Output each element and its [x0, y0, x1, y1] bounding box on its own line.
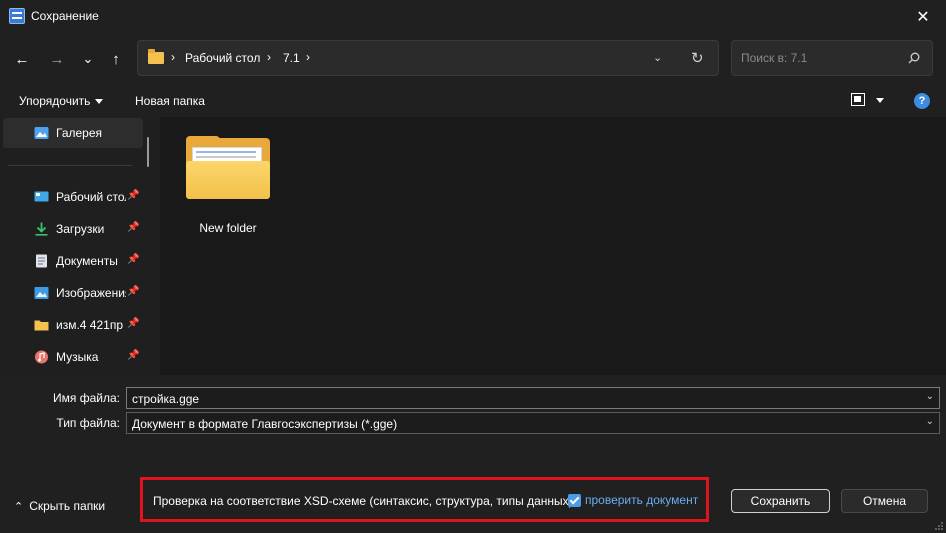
sidebar-item-label: Загрузки — [56, 222, 105, 236]
navigation-bar: ← → ⌄ ↑ › Рабочий стол › 7.1 › ⌄ ↻ Поиск… — [0, 33, 946, 85]
filetype-label: Тип файла: — [56, 416, 120, 430]
folder-icon — [148, 49, 164, 64]
sidebar-item-desktop[interactable]: Рабочий стол 📌 — [3, 182, 143, 212]
filename-value: стройка.gge — [132, 392, 200, 406]
organize-menu[interactable]: Упорядочить — [19, 94, 104, 108]
filetype-select[interactable]: Документ в формате Главгосэкспертизы (*.… — [126, 412, 940, 434]
folder-icon — [34, 320, 49, 331]
refresh-icon[interactable]: ↻ — [691, 49, 704, 67]
app-icon — [9, 8, 25, 24]
pin-icon[interactable]: 📌 — [127, 190, 139, 201]
checkbox-checked-icon[interactable] — [568, 493, 581, 507]
save-button[interactable]: Сохранить — [731, 489, 830, 513]
pin-icon[interactable]: 📌 — [127, 286, 139, 297]
search-input[interactable]: Поиск в: 7.1 — [731, 40, 933, 76]
up-button[interactable]: ↑ — [104, 47, 128, 71]
sidebar-item-label: Изображения — [56, 286, 126, 300]
sidebar-item-label: Рабочий стол — [56, 190, 126, 204]
organize-label: Упорядочить — [19, 94, 91, 108]
sidebar-scrollbar[interactable] — [147, 137, 149, 167]
sidebar-item-label: Документы — [56, 254, 118, 268]
validate-document-label[interactable]: проверить документ — [585, 493, 698, 507]
title-bar: Сохранение ✕ — [0, 0, 946, 33]
search-placeholder: Поиск в: 7.1 — [741, 51, 808, 65]
xsd-validation-highlight: Проверка на соответствие XSD-схеме (синт… — [140, 477, 709, 522]
downloads-icon — [35, 222, 48, 236]
sidebar-item-label: Галерея — [56, 126, 103, 140]
breadcrumb-current[interactable]: 7.1 — [283, 51, 300, 65]
pin-icon[interactable]: 📌 — [127, 254, 139, 265]
filetype-value: Документ в формате Главгосэкспертизы (*.… — [132, 417, 398, 431]
breadcrumb-separator: › — [171, 50, 175, 64]
filename-label: Имя файла: — [53, 391, 120, 405]
forward-button[interactable]: → — [45, 47, 69, 71]
documents-icon — [36, 254, 47, 268]
sidebar-item-pictures[interactable]: Изображения 📌 — [3, 278, 143, 308]
sidebar-item-documents[interactable]: Документы 📌 — [3, 246, 143, 276]
music-icon — [35, 350, 48, 364]
hide-folders-label: Скрыть папки — [29, 499, 106, 513]
resize-grip-icon[interactable] — [934, 521, 944, 531]
window-title: Сохранение — [31, 9, 99, 23]
sidebar-item-label: изм.4 421пр — [56, 318, 123, 332]
pin-icon[interactable]: 📌 — [127, 350, 139, 361]
save-options-panel: Имя файла: стройка.gge ⌄ Тип файла: Доку… — [0, 375, 946, 533]
close-button[interactable]: ✕ — [900, 0, 946, 33]
breadcrumb-separator: › — [306, 50, 310, 64]
chevron-down-icon[interactable]: ⌄ — [926, 391, 934, 402]
breadcrumb-desktop[interactable]: Рабочий стол — [185, 51, 260, 65]
back-button[interactable]: ← — [10, 47, 34, 71]
new-folder-button[interactable]: Новая папка — [135, 94, 205, 108]
address-bar[interactable]: › Рабочий стол › 7.1 › ⌄ ↻ — [137, 40, 719, 76]
filename-field[interactable]: стройка.gge ⌄ — [126, 387, 940, 409]
folder-item[interactable]: New folder — [178, 131, 278, 241]
view-mode-icon[interactable] — [851, 93, 865, 106]
chevron-down-icon — [95, 99, 104, 105]
xsd-validation-text: Проверка на соответствие XSD-схеме (синт… — [153, 494, 573, 508]
help-icon[interactable]: ? — [914, 93, 930, 109]
sidebar-item-downloads[interactable]: Загрузки 📌 — [3, 214, 143, 244]
sidebar-divider — [8, 165, 132, 166]
validate-document-checkbox[interactable]: проверить документ — [568, 493, 698, 507]
search-icon — [908, 52, 920, 64]
sidebar-item-gallery[interactable]: Галерея — [3, 118, 143, 148]
navigation-pane[interactable]: Галерея Рабочий стол 📌 Загрузки 📌 Докуме… — [0, 117, 160, 375]
gallery-icon — [34, 127, 49, 139]
recent-locations-button[interactable]: ⌄ — [76, 47, 100, 71]
pictures-icon — [34, 287, 49, 299]
chevron-up-icon: ⌃ — [14, 501, 24, 513]
command-bar: Упорядочить Новая папка ? — [0, 85, 946, 117]
sidebar-item-folder-izm[interactable]: изм.4 421пр 📌 — [3, 310, 143, 340]
folder-name: New folder — [199, 221, 257, 235]
sidebar-item-music[interactable]: Музыка 📌 — [3, 342, 143, 372]
breadcrumb-separator: › — [267, 50, 271, 64]
desktop-icon — [34, 191, 49, 202]
cancel-button[interactable]: Отмена — [841, 489, 928, 513]
chevron-down-icon[interactable]: ⌄ — [926, 416, 934, 427]
pin-icon[interactable]: 📌 — [127, 222, 139, 233]
address-dropdown-icon[interactable]: ⌄ — [653, 51, 662, 64]
hide-folders-button[interactable]: ⌃ Скрыть папки — [14, 499, 105, 513]
view-options-chevron-icon[interactable] — [876, 98, 884, 103]
sidebar-item-label: Музыка — [56, 350, 99, 364]
file-list[interactable]: New folder — [160, 117, 946, 375]
pin-icon[interactable]: 📌 — [127, 318, 139, 329]
